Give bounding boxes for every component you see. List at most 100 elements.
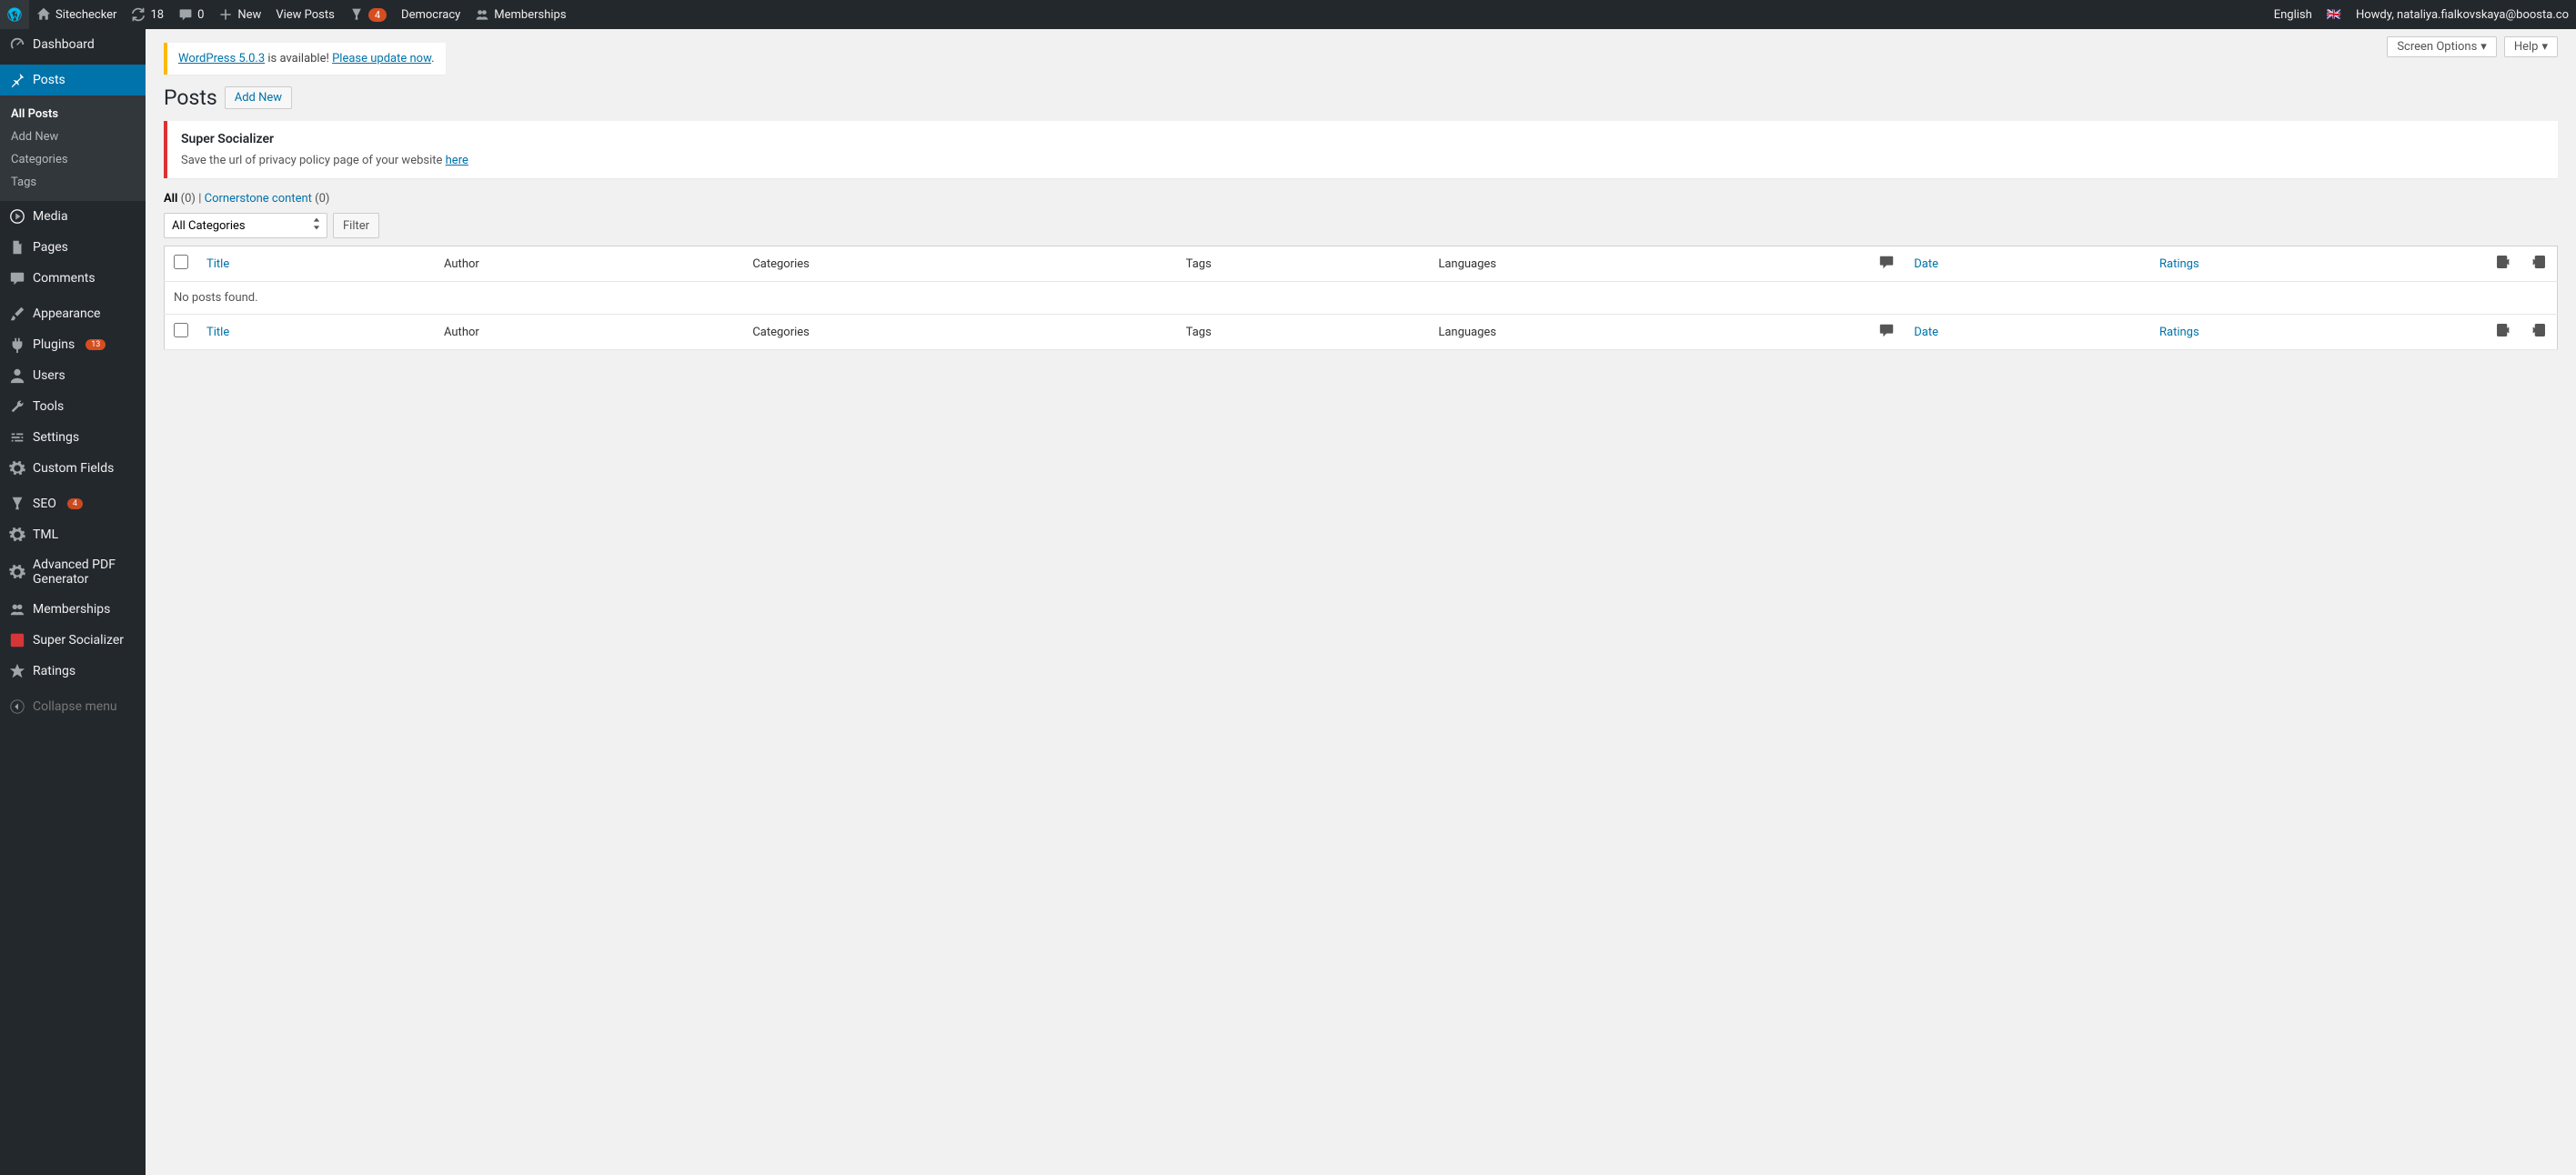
users-label: Users xyxy=(33,368,65,383)
memberships-link[interactable]: Memberships xyxy=(468,0,573,29)
wordpress-icon xyxy=(7,7,22,22)
sidebar-item-appearance[interactable]: Appearance xyxy=(0,298,146,329)
plugins-badge: 13 xyxy=(86,339,106,350)
admin-bar: Sitechecker 18 0 New View Posts 4 Democr… xyxy=(0,0,2576,29)
notice-link[interactable]: here xyxy=(446,154,468,167)
sidebar-item-tml[interactable]: TML xyxy=(0,519,146,550)
update-now-link[interactable]: Please update now xyxy=(332,52,431,65)
comments-link[interactable]: 0 xyxy=(171,0,211,29)
sidebar-item-media[interactable]: Media xyxy=(0,201,146,232)
sidebar-item-seo[interactable]: SEO 4 xyxy=(0,488,146,519)
select-all-bottom[interactable] xyxy=(174,323,188,337)
col-comments[interactable] xyxy=(1868,246,1905,282)
refresh-icon xyxy=(131,7,146,22)
update-available-text: is available! xyxy=(265,52,332,65)
colf-comments[interactable] xyxy=(1868,315,1905,350)
language-label: English xyxy=(2274,8,2312,22)
no-posts-text: No posts found. xyxy=(165,282,2558,315)
sidebar-item-pages[interactable]: Pages xyxy=(0,232,146,263)
add-new-button[interactable]: Add New xyxy=(225,86,292,109)
new-link[interactable]: New xyxy=(211,0,268,29)
comment-icon xyxy=(178,7,193,22)
super-socializer-icon xyxy=(9,632,25,648)
colf-date[interactable]: Date xyxy=(1905,315,2150,350)
updates-link[interactable]: 18 xyxy=(124,0,171,29)
howdy-account[interactable]: Howdy, nataliya.fialkovskaya@boosta.co xyxy=(2349,0,2576,29)
wp-version-link[interactable]: WordPress 5.0.3 xyxy=(178,52,265,65)
plugin-icon xyxy=(9,336,25,353)
sidebar-item-custom-fields[interactable]: Custom Fields xyxy=(0,453,146,484)
sidebar-sub-add-new[interactable]: Add New xyxy=(0,126,146,148)
colf-author: Author xyxy=(435,315,743,350)
page-title: Posts xyxy=(164,85,217,110)
col-date[interactable]: Date xyxy=(1905,246,2150,282)
sidebar-sub-all-posts[interactable]: All Posts xyxy=(0,103,146,126)
col-title[interactable]: Title xyxy=(197,246,435,282)
comments-icon xyxy=(9,270,25,286)
col-tags: Tags xyxy=(1177,246,1430,282)
filter-button[interactable]: Filter xyxy=(333,213,379,238)
screen-options-button[interactable]: Screen Options ▾ xyxy=(2387,36,2497,57)
appearance-label: Appearance xyxy=(33,306,100,321)
dashboard-label: Dashboard xyxy=(33,37,95,52)
category-select[interactable]: All Categories xyxy=(164,213,327,238)
yoast-icon xyxy=(349,7,364,22)
memberships-label: Memberships xyxy=(33,602,110,617)
content: Screen Options ▾ Help ▾ WordPress 5.0.3 … xyxy=(146,29,2576,1175)
dashboard-icon xyxy=(9,36,25,53)
language-flag[interactable]: 🇬🇧 xyxy=(2319,0,2349,29)
wp-logo[interactable] xyxy=(0,0,29,29)
view-filters: All (0) | Cornerstone content (0) xyxy=(164,192,2558,206)
group-icon xyxy=(9,601,25,618)
col-ratings[interactable]: Ratings xyxy=(2150,246,2485,282)
colf-title[interactable]: Title xyxy=(197,315,435,350)
sidebar-collapse[interactable]: Collapse menu xyxy=(0,691,146,722)
gear-icon xyxy=(9,460,25,477)
sidebar-item-super-socializer[interactable]: Super Socializer xyxy=(0,625,146,656)
help-button[interactable]: Help ▾ xyxy=(2504,36,2558,57)
sidebar-item-users[interactable]: Users xyxy=(0,360,146,391)
sidebar-item-dashboard[interactable]: Dashboard xyxy=(0,29,146,60)
user-icon xyxy=(9,367,25,384)
sidebar-item-comments[interactable]: Comments xyxy=(0,263,146,294)
colf-ratings[interactable]: Ratings xyxy=(2150,315,2485,350)
select-all-top[interactable] xyxy=(174,255,188,269)
posts-label: Posts xyxy=(33,73,65,87)
sidebar-item-pdf-gen[interactable]: Advanced PDF Generator xyxy=(0,550,146,594)
filter-all[interactable]: All xyxy=(164,192,177,206)
sidebar-item-tools[interactable]: Tools xyxy=(0,391,146,422)
home-icon xyxy=(36,7,51,22)
super-socializer-notice: Super Socializer Save the url of privacy… xyxy=(164,121,2558,178)
sidebar-sub-tags[interactable]: Tags xyxy=(0,171,146,194)
group-icon xyxy=(475,7,489,22)
col-author: Author xyxy=(435,246,743,282)
sidebar-item-plugins[interactable]: Plugins 13 xyxy=(0,329,146,360)
media-icon xyxy=(9,208,25,225)
brush-icon xyxy=(9,306,25,322)
democracy-link[interactable]: Democracy xyxy=(394,0,468,29)
notice-text: Save the url of privacy policy page of y… xyxy=(181,154,446,167)
wp-update-notice: WordPress 5.0.3 is available! Please upd… xyxy=(164,43,446,75)
sidebar-item-posts[interactable]: Posts xyxy=(0,65,146,95)
site-name-link[interactable]: Sitechecker xyxy=(29,0,124,29)
memberships-label: Memberships xyxy=(494,8,566,22)
sidebar-sub-categories[interactable]: Categories xyxy=(0,148,146,171)
colf-languages: Languages xyxy=(1429,315,1868,350)
star-icon xyxy=(9,663,25,679)
language-switch[interactable]: English xyxy=(2267,0,2319,29)
updates-count: 18 xyxy=(150,8,164,22)
sidebar-item-ratings[interactable]: Ratings xyxy=(0,656,146,687)
page-icon xyxy=(9,239,25,256)
filter-all-count: (0) xyxy=(181,192,196,206)
chevron-down-icon: ▾ xyxy=(2480,40,2487,54)
view-posts-label: View Posts xyxy=(276,8,335,22)
view-posts-link[interactable]: View Posts xyxy=(268,0,342,29)
seo-label: SEO xyxy=(33,497,56,511)
yoast-badge: 4 xyxy=(368,8,387,22)
yoast-link[interactable]: 4 xyxy=(342,0,394,29)
posts-table: Title Author Categories Tags Languages D… xyxy=(164,246,2558,350)
sidebar-item-settings[interactable]: Settings xyxy=(0,422,146,453)
filter-cornerstone[interactable]: Cornerstone content xyxy=(205,192,312,206)
sidebar-item-memberships[interactable]: Memberships xyxy=(0,594,146,625)
yoast-icon xyxy=(9,496,25,512)
